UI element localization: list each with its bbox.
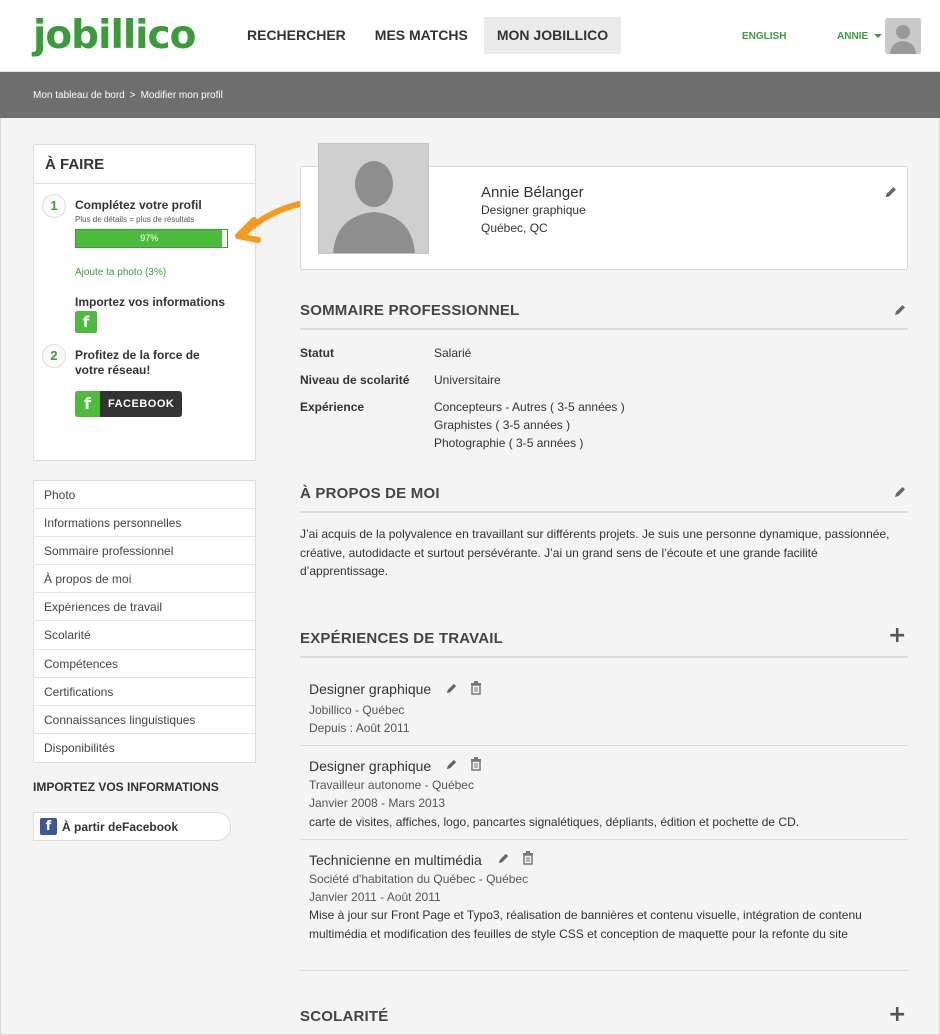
experience-dates: Janvier 2011 - Août 2011 <box>309 890 441 904</box>
menu-item-photo[interactable]: Photo <box>34 481 255 510</box>
experience-value: Photographie ( 3-5 années ) <box>434 436 584 450</box>
avatar[interactable] <box>885 18 921 54</box>
edit-pencil-icon[interactable] <box>445 758 458 771</box>
experience-company: Travailleur autonome - Québec <box>309 778 474 792</box>
profile-section-menu: Photo Informations personnelles Sommaire… <box>33 480 256 763</box>
edit-pencil-icon[interactable] <box>884 185 898 199</box>
menu-item-skills[interactable]: Compétences <box>34 650 255 678</box>
edit-pencil-icon[interactable] <box>893 485 907 499</box>
about-text: J’ai acquis de la polyvalence en travail… <box>300 527 890 578</box>
step-2-title-line2: votre réseau! <box>75 363 151 377</box>
facebook-import-icon[interactable]: f <box>75 311 97 333</box>
add-experience-plus-icon[interactable]: + <box>888 625 906 647</box>
todo-title: À FAIRE <box>34 145 255 184</box>
profile-photo[interactable] <box>318 143 429 254</box>
experience-title: Technicienne en multimédia <box>309 852 482 868</box>
top-header: jobillico RECHERCHER MES MATCHS MON JOBI… <box>0 0 940 72</box>
status-value: Salarié <box>434 346 472 360</box>
menu-item-languages[interactable]: Connaissances linguistiques <box>34 706 255 734</box>
todo-panel: À FAIRE 1 Complétez votre profil Plus de… <box>33 144 256 461</box>
menu-item-availability[interactable]: Disponibilités <box>34 734 255 762</box>
experience-label: Expérience <box>300 400 365 414</box>
user-menu[interactable]: ANNIE <box>837 31 883 42</box>
status-label: Statut <box>300 346 334 360</box>
breadcrumb-bar: Mon tableau de bord > Modifier mon profil <box>0 72 940 118</box>
import-facebook-label: À partir deFacebook <box>62 820 179 834</box>
experience-item: Designer graphique Jobillico - Québec De… <box>300 672 908 746</box>
menu-item-experience[interactable]: Expériences de travail <box>34 593 255 622</box>
person-silhouette-icon <box>885 18 921 54</box>
menu-item-certifications[interactable]: Certifications <box>34 678 255 706</box>
step-2-title-line1: Profitez de la force de <box>75 348 200 362</box>
about-heading: À PROPOS DE MOI <box>300 485 908 513</box>
profile-city: Québec, QC <box>481 221 548 235</box>
add-education-plus-icon[interactable]: + <box>888 1004 906 1026</box>
menu-item-personal-info[interactable]: Informations personnelles <box>34 509 255 538</box>
import-info-label: Importez vos informations <box>75 295 226 309</box>
edit-pencil-icon[interactable] <box>893 303 907 317</box>
import-title: IMPORTEZ VOS INFORMATIONS <box>33 780 219 794</box>
trash-icon[interactable] <box>522 851 534 865</box>
menu-item-about[interactable]: À propos de moi <box>34 565 255 594</box>
menu-item-education[interactable]: Scolarité <box>34 621 255 650</box>
step-1-title: Complétez votre profil <box>75 198 202 212</box>
profile-name: Annie Bélanger <box>481 184 584 201</box>
facebook-icon: f <box>75 391 100 417</box>
facebook-button-label: FACEBOOK <box>108 398 175 410</box>
experience-description: carte de visites, affiches, logo, pancar… <box>309 815 800 829</box>
edit-pencil-icon[interactable] <box>497 852 510 865</box>
experience-value: Graphistes ( 3-5 années ) <box>434 418 571 432</box>
experience-dates: Janvier 2008 - Mars 2013 <box>309 796 446 810</box>
breadcrumb-edit-profile: Modifier mon profil <box>140 90 223 101</box>
language-switch[interactable]: ENGLISH <box>742 31 786 42</box>
step-1-badge: 1 <box>42 194 66 218</box>
nav-mes-matchs[interactable]: MES MATCHS <box>362 17 481 54</box>
education-label: Niveau de scolarité <box>300 373 410 387</box>
profile-job-title: Designer graphique <box>481 203 586 217</box>
experience-title: Designer graphique <box>309 681 432 697</box>
experience-dates: Depuis : Août 2011 <box>309 721 410 735</box>
experience-values: Concepteurs - Autres ( 3-5 années ) Grap… <box>434 398 625 452</box>
breadcrumb-separator: > <box>129 90 136 101</box>
trash-icon[interactable] <box>470 757 482 771</box>
facebook-logo-icon: f <box>40 818 57 835</box>
main-nav: RECHERCHER MES MATCHS MON JOBILLICO <box>234 17 624 54</box>
breadcrumb-dashboard[interactable]: Mon tableau de bord <box>33 90 125 101</box>
experience-company: Jobillico - Québec <box>309 703 405 717</box>
edit-pencil-icon[interactable] <box>445 682 458 695</box>
experience-item: Technicienne en multimédia Société d'hab… <box>300 840 908 971</box>
user-name: ANNIE <box>837 31 869 42</box>
step-2-title: Profitez de la force de votre réseau! <box>75 348 200 378</box>
import-facebook-button[interactable]: f À partir deFacebook <box>33 812 231 841</box>
experience-company: Société d'habitation du Québec - Québec <box>309 872 529 886</box>
education-heading: SCOLARITÉ <box>300 1008 389 1025</box>
experiences-heading: EXPÉRIENCES DE TRAVAIL <box>300 630 908 658</box>
nav-rechercher[interactable]: RECHERCHER <box>234 17 359 54</box>
trash-icon[interactable] <box>470 681 482 695</box>
experience-title: Designer graphique <box>309 758 432 774</box>
jobillico-logo[interactable]: jobillico <box>33 12 196 60</box>
experience-value: Concepteurs - Autres ( 3-5 années ) <box>434 400 625 414</box>
facebook-button[interactable]: f FACEBOOK <box>75 391 182 417</box>
step-1-subtitle: Plus de détails = plus de résultats <box>75 215 195 224</box>
person-silhouette-icon <box>319 144 428 253</box>
experience-description: Mise à jour sur Front Page et Typo3, réa… <box>309 908 862 941</box>
nav-mon-jobillico[interactable]: MON JOBILLICO <box>483 17 622 54</box>
profile-progress-bar: 97% <box>75 229 228 248</box>
summary-heading: SOMMAIRE PROFESSIONNEL <box>300 302 908 330</box>
step-2-badge: 2 <box>42 344 66 368</box>
add-photo-link[interactable]: Ajoute ta photo (3%) <box>75 267 166 278</box>
chevron-down-icon <box>874 34 883 39</box>
progress-fill: 97% <box>76 230 223 247</box>
experience-item: Designer graphique Travailleur autonome … <box>300 746 908 840</box>
breadcrumb: Mon tableau de bord > Modifier mon profil <box>33 90 223 101</box>
education-value: Universitaire <box>434 373 501 387</box>
menu-item-summary[interactable]: Sommaire professionnel <box>34 537 255 566</box>
